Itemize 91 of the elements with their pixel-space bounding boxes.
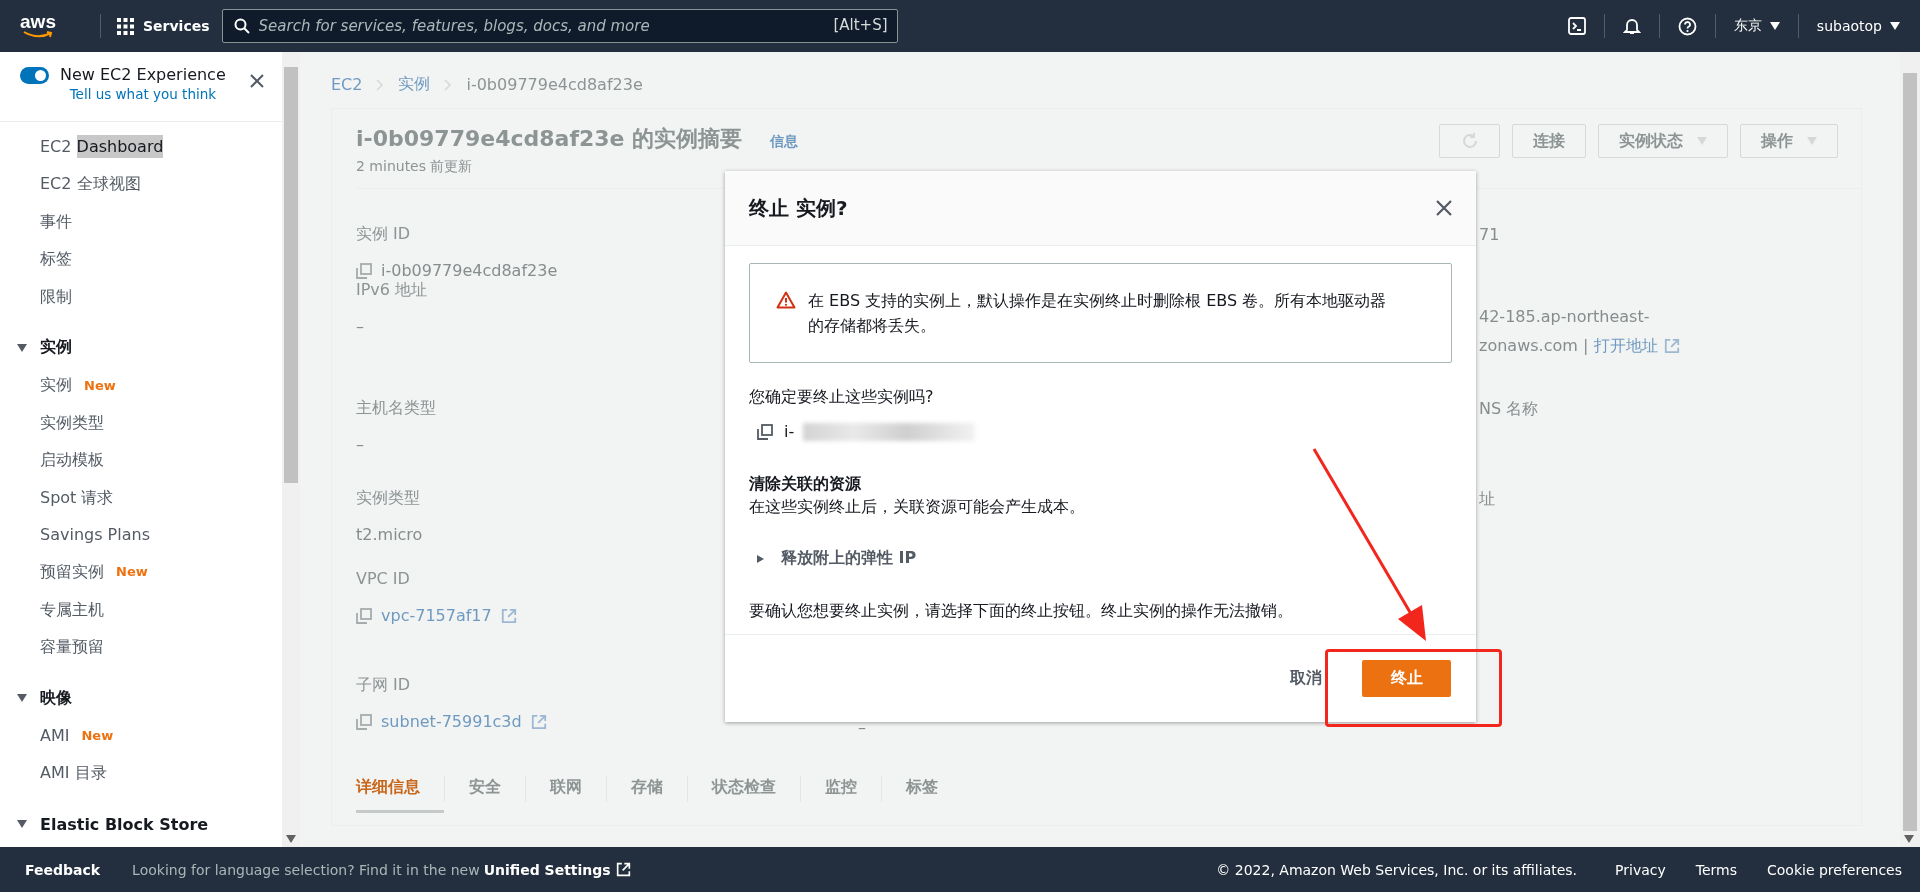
nav-item[interactable]: 标签: [0, 240, 282, 278]
field-value: 址: [1479, 488, 1495, 510]
field-label: IPv6 地址: [356, 279, 428, 301]
new-label: New: [84, 377, 116, 393]
nav-item[interactable]: 实例类型: [0, 403, 282, 442]
caret-icon: [1890, 22, 1900, 30]
nav-item[interactable]: 预留实例: [0, 553, 104, 591]
nav-item[interactable]: 容量预留: [0, 628, 282, 666]
field-value: 71: [1479, 224, 1500, 246]
region-menu[interactable]: 东京: [1733, 17, 1780, 35]
updated-text: 2 minutes 前更新: [356, 158, 474, 176]
text-highlight: Dashboard: [76, 135, 164, 158]
grid-icon: [117, 17, 134, 35]
external-link-icon: [1664, 338, 1681, 354]
cancel-button[interactable]: 取消: [1290, 668, 1322, 689]
refresh-icon: [1460, 132, 1479, 150]
field-label: 子网 ID: [356, 674, 411, 696]
copy-icon[interactable]: [757, 423, 773, 440]
dialog-title: 终止 实例?: [749, 194, 848, 222]
section-heading: 清除关联的资源: [749, 474, 862, 495]
nav-item[interactable]: Spot 请求: [0, 478, 282, 516]
external-link-icon: [500, 608, 517, 624]
footer-link[interactable]: Privacy: [1615, 861, 1666, 878]
chevron-icon: [444, 78, 453, 91]
services-button[interactable]: Services: [117, 17, 210, 35]
caret-icon: [1697, 137, 1707, 145]
nav-item[interactable]: 专属主机: [0, 590, 282, 629]
settings-link[interactable]: Unified Settings: [483, 861, 611, 878]
nav-item[interactable]: 实例: [0, 366, 72, 404]
new-label: New: [116, 564, 148, 580]
section-header[interactable]: Elastic Block Store: [0, 805, 282, 844]
nav-item[interactable]: 启动模板: [0, 441, 282, 479]
scroll-thumb[interactable]: [284, 67, 298, 483]
refresh-button[interactable]: [1439, 124, 1500, 158]
field-value: t2.micro: [356, 524, 423, 546]
field-value: i-0b09779e4cd8af23e: [381, 260, 558, 282]
field-label: 实例类型: [356, 487, 420, 509]
tab[interactable]: 详细信息: [356, 765, 444, 813]
nav-item[interactable]: Savings Plans: [0, 515, 282, 554]
terminal-icon[interactable]: [1567, 17, 1586, 35]
footer-link[interactable]: Terms: [1695, 861, 1737, 878]
section-text: 在这些实例终止后，关联资源可能会产生成本。: [749, 497, 1086, 518]
field-value: zonaws.com |: [1479, 335, 1589, 357]
logo[interactable]: aws: [18, 13, 58, 39]
alert-text: 在 EBS 支持的实例上，默认操作是在实例终止时删除根 EBS 卷。所有本地驱动器的存储都将丢失。: [808, 290, 1388, 337]
nav-item[interactable]: AMI 目录: [0, 754, 282, 792]
field-value: –: [356, 434, 364, 456]
copyright-text: © 2022, Amazon Web Services, Inc. or its affiliates.: [1216, 861, 1578, 878]
toggle-label: New EC2 Experience: [60, 65, 226, 84]
caret-icon: [1769, 22, 1780, 30]
panel-title: i-0b09779e4cd8af23e 的实例摘要: [356, 125, 743, 153]
nav-item[interactable]: 限制: [0, 277, 282, 315]
external-link-icon: [530, 714, 547, 730]
toggle-switch[interactable]: [20, 67, 49, 84]
bell-icon[interactable]: [1622, 17, 1641, 35]
nav-item[interactable]: EC2 全球视图: [0, 165, 282, 203]
nav-item[interactable]: EC2 Dashboard: [0, 128, 282, 166]
smile-icon: [23, 30, 53, 39]
scroll-thumb[interactable]: [1903, 73, 1917, 831]
external-link-icon: [615, 862, 631, 877]
field-value: 42-185.ap-northeast-: [1479, 306, 1650, 328]
expander-toggle[interactable]: 释放附上的弹性 IP: [749, 548, 917, 569]
warning-icon: [776, 291, 796, 309]
section-header[interactable]: 映像: [0, 679, 282, 717]
account-menu[interactable]: subaotop: [1816, 18, 1900, 34]
caret-icon: [286, 835, 296, 843]
section-header[interactable]: 实例: [0, 328, 282, 367]
caret-icon: [1807, 137, 1817, 145]
new-label: New: [81, 728, 114, 744]
search-icon: [233, 18, 250, 34]
field-value: NS 名称: [1479, 398, 1539, 420]
confirm-text: 要确认您想要终止实例，请选择下面的终止按钮。终止实例的操作无法撤销。: [749, 601, 1294, 622]
field-label: 实例 ID: [356, 223, 411, 245]
instance-id: i-: [784, 422, 795, 441]
feedback-link[interactable]: Feedback: [25, 861, 101, 878]
chevron-icon: [376, 78, 385, 91]
field-value: –: [356, 316, 364, 338]
feedback-link[interactable]: Tell us what you think: [69, 86, 217, 102]
language-note: Looking for language selection? Find it in the new: [132, 861, 480, 878]
shortcut-hint: [Alt+S]: [833, 16, 888, 34]
field-value: –: [858, 717, 866, 739]
nav-item[interactable]: AMI: [0, 716, 70, 755]
footer-link[interactable]: Cookie preferences: [1767, 861, 1902, 878]
close-icon[interactable]: [250, 74, 264, 88]
caret-icon: [1904, 835, 1914, 843]
close-icon[interactable]: [1436, 200, 1452, 216]
field-label: VPC ID: [356, 568, 410, 590]
help-icon[interactable]: [1677, 16, 1697, 36]
question-text: 您确定要终止这些实例吗?: [749, 387, 935, 408]
field-label: 主机名类型: [356, 397, 436, 419]
nav-item[interactable]: 事件: [0, 202, 282, 241]
